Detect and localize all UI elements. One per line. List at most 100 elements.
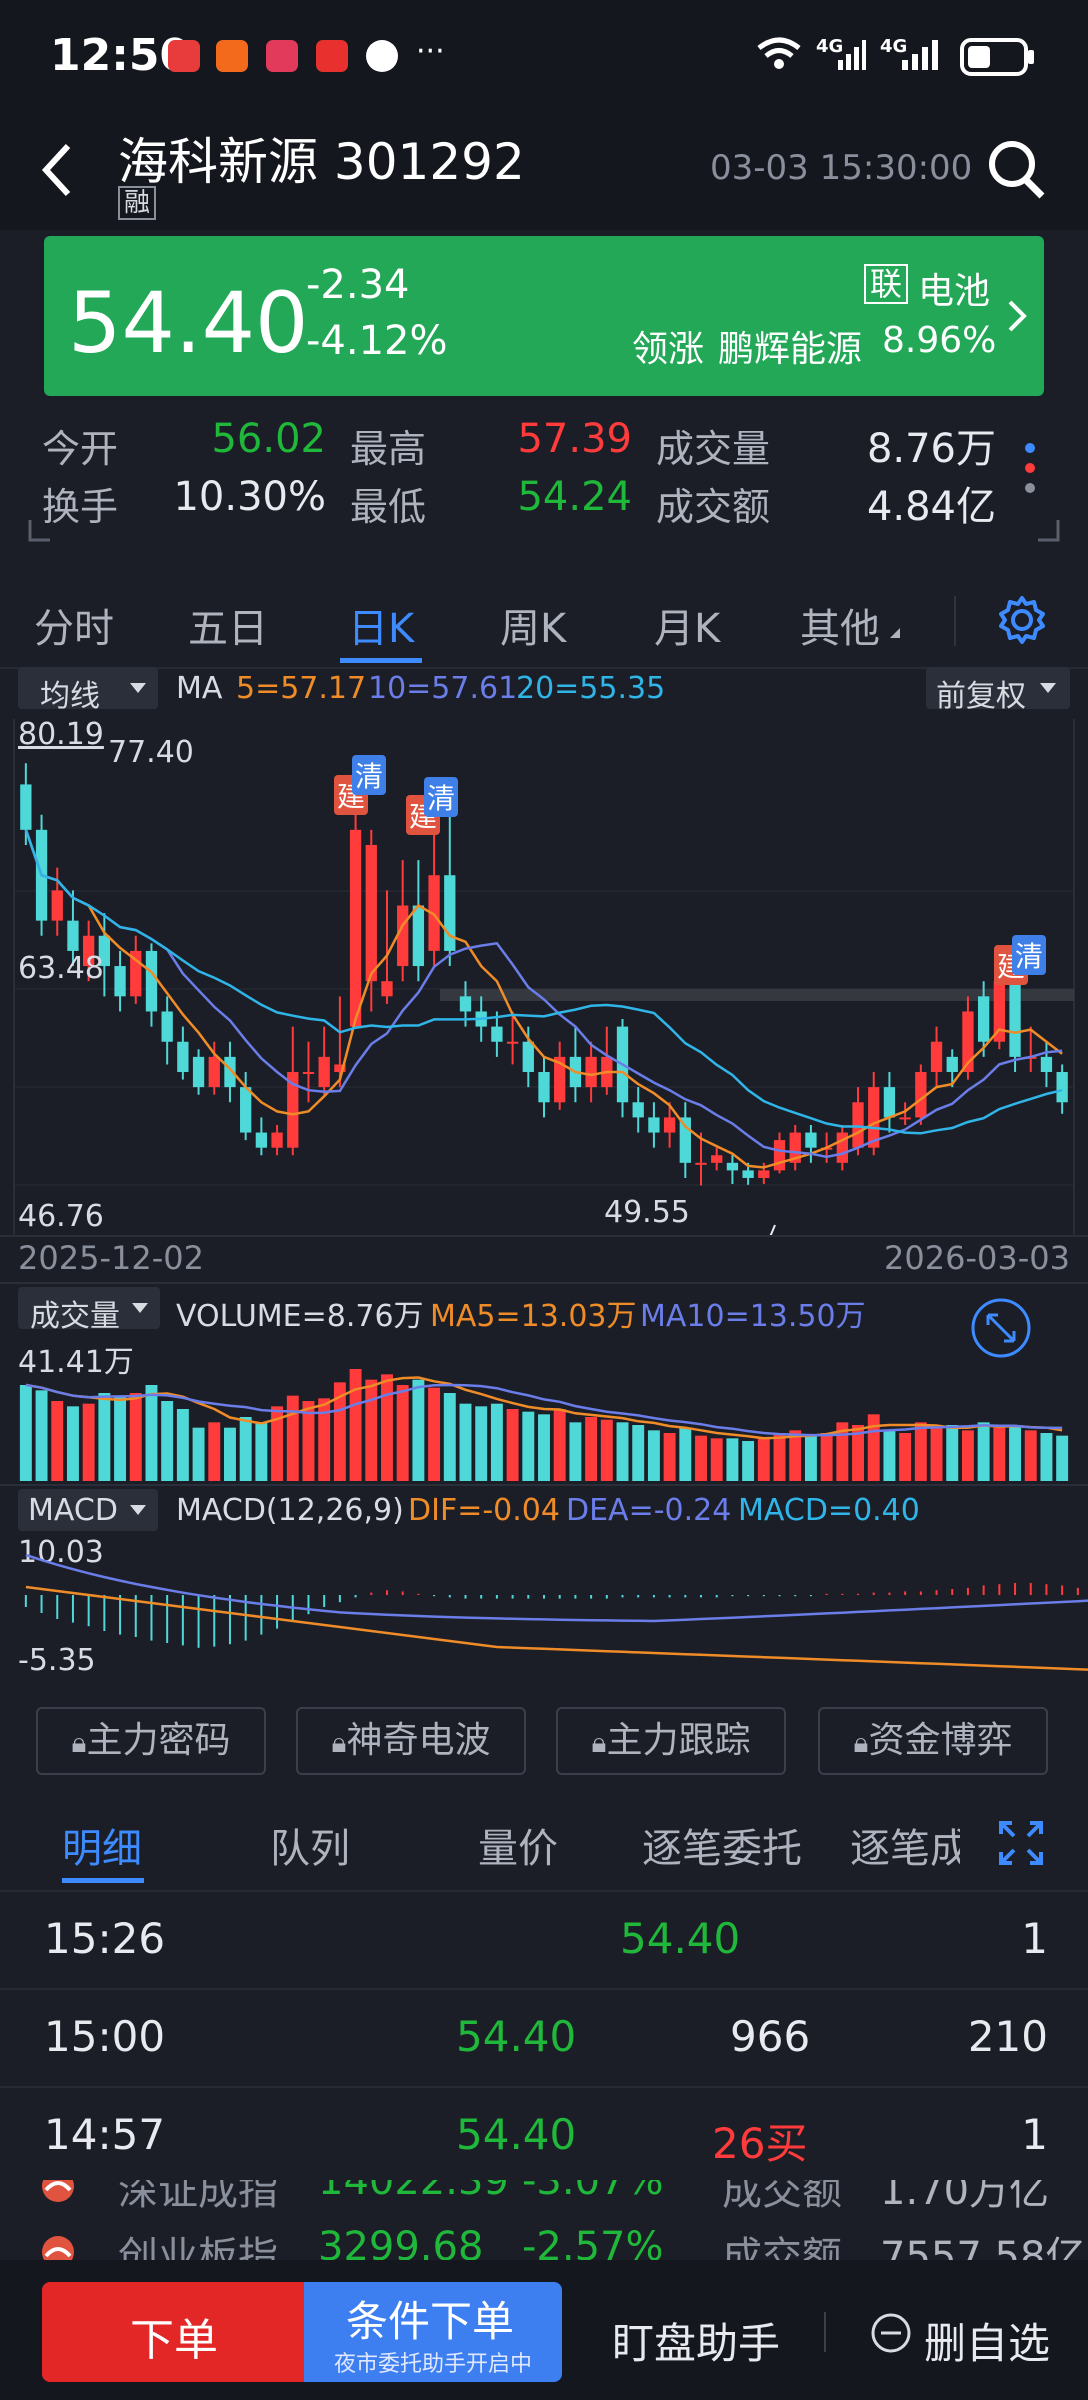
volume-bar [569, 1422, 582, 1481]
macd-chart[interactable] [0, 1535, 1088, 1685]
remove-circle-icon[interactable] [870, 2312, 912, 2354]
tab-other[interactable]: 其他 [800, 596, 880, 654]
tab-order-by-order[interactable]: 逐笔委托 [642, 1816, 802, 1874]
candle [255, 1117, 268, 1156]
volume-ma5: MA5=13.03万 [430, 1299, 637, 1334]
ticker-pct: -3.07% [522, 2180, 664, 2204]
low-marker-line [769, 1224, 776, 1235]
macd-params: MACD(12,26,9) [176, 1493, 404, 1528]
volume-dropdown[interactable]: 成交量 [18, 1287, 160, 1334]
sector-name[interactable]: 电池 [918, 262, 990, 314]
volume-bar [820, 1433, 833, 1481]
table-row: 15:00 54.40 966 210 [0, 1990, 1088, 2088]
volume-bar [757, 1438, 770, 1481]
lock-button-magic-wave[interactable]: 🔒︎神奇电波 [296, 1707, 526, 1775]
fullscreen-icon[interactable] [998, 1820, 1044, 1866]
volume-bar [145, 1385, 158, 1481]
volume-bar [365, 1379, 378, 1481]
conditional-order-sub: 夜市委托助手开启中 [334, 2352, 533, 2377]
ma10-value: 10=57.61 [368, 671, 518, 706]
candle [726, 1155, 739, 1185]
volume-bar [51, 1401, 64, 1481]
volume-bar [804, 1435, 817, 1481]
ticker-name: 深证成指 [118, 2180, 278, 2214]
ticker-value: 3299.68 [318, 2224, 484, 2260]
tab-intraday[interactable]: 分时 [34, 596, 114, 654]
ticker-label: 成交额 [722, 2180, 842, 2214]
price-change: -2.34 [306, 262, 410, 308]
more-dots-icon[interactable] [1022, 440, 1038, 500]
adjust-dropdown[interactable]: 前复权 [926, 667, 1070, 714]
chevron-right-icon[interactable] [1002, 296, 1032, 336]
remove-watchlist-button[interactable]: 删自选 [924, 2310, 1050, 2371]
tab-daily-k[interactable]: 日K [348, 596, 414, 654]
leader-name[interactable]: 鹏辉能源 [718, 320, 862, 372]
chevron-down-icon [130, 1505, 146, 1515]
chevron-down-icon [132, 1303, 148, 1313]
stock-title: 海科新源 301292 [118, 133, 525, 191]
macd-divider [0, 1484, 1088, 1486]
volume-bar [318, 1398, 331, 1481]
order-button-label: 下单 [130, 2315, 218, 2366]
amount-value: 4.84亿 [866, 484, 996, 530]
gear-icon[interactable] [996, 594, 1048, 646]
expand-corner-icon[interactable] [1036, 518, 1060, 542]
ma-dropdown[interactable]: 均线 [18, 667, 158, 714]
row-time: 15:00 [44, 2012, 166, 2061]
active-tab-indicator [62, 1878, 144, 1883]
candle [287, 1026, 299, 1156]
volume-bar [632, 1425, 645, 1481]
macd-dropdown[interactable]: MACD [18, 1489, 158, 1531]
candle [192, 1049, 205, 1095]
index-ticker[interactable]: 深证成指 14022.39 -3.07% 成交额 1.70万亿 创业板指 329… [0, 2180, 1088, 2260]
volume-bar [961, 1430, 974, 1481]
watch-assistant-button[interactable]: 盯盘助手 [612, 2310, 780, 2371]
corner-mark-icon [28, 520, 50, 542]
candle [632, 1087, 644, 1133]
order-button[interactable]: 下单 [42, 2282, 304, 2382]
volume-bar [475, 1406, 488, 1481]
chart-period-tabs: 分时 五日 日K 周K 月K 其他 [0, 572, 1088, 669]
tab-monthly-k[interactable]: 月K [654, 596, 720, 654]
candle [412, 860, 425, 982]
conditional-order-label: 条件下单 [346, 2297, 515, 2346]
volume-bar [381, 1374, 393, 1481]
conditional-order-button[interactable]: 条件下单 夜市委托助手开启中 [304, 2282, 562, 2382]
clear-signal-tag[interactable]: 清 [352, 755, 387, 795]
volume-chart[interactable] [0, 1367, 1088, 1482]
search-icon[interactable] [986, 138, 1046, 202]
kline-chart-area[interactable]: 均线 MA 5=57.17 10=57.61 20=55.35 前复权 80.1… [0, 667, 1088, 1687]
candle [522, 1026, 534, 1088]
lock-button-fund-game[interactable]: 🔒︎资金博弈 [818, 1707, 1048, 1775]
open-value: 56.02 [211, 416, 326, 462]
volume-bar [239, 1417, 252, 1481]
volume-bar [977, 1422, 990, 1481]
date-divider [0, 1235, 1088, 1237]
volume-bar [883, 1430, 896, 1481]
tab-volume-price[interactable]: 量价 [478, 1816, 558, 1874]
dea-line [25, 1553, 1088, 1623]
volume-bar [914, 1422, 927, 1481]
lock-button-main-track[interactable]: 🔒︎主力跟踪 [556, 1707, 786, 1775]
tab-five-day[interactable]: 五日 [188, 596, 268, 654]
volume-bar [663, 1433, 676, 1481]
tab-weekly-k[interactable]: 周K [500, 596, 566, 654]
tab-trade-by-trade[interactable]: 逐笔成 [850, 1816, 960, 1874]
clear-signal-tag[interactable]: 清 [1012, 935, 1047, 975]
tab-queue[interactable]: 队列 [270, 1816, 350, 1874]
back-arrow-icon[interactable] [38, 140, 78, 200]
expand-fullscreen-icon[interactable] [970, 1297, 1032, 1359]
volume-bar [773, 1433, 786, 1481]
candlestick-chart[interactable] [0, 715, 1088, 1235]
ma-dropdown-label: 均线 [40, 679, 100, 714]
macd-dea: DEA=-0.24 [566, 1493, 732, 1528]
clear-signal-tag[interactable]: 清 [424, 777, 459, 817]
lock-button-main-password[interactable]: 🔒︎主力密码 [36, 1707, 266, 1775]
low-value: 54.24 [517, 474, 632, 520]
candle [1056, 1064, 1068, 1114]
tab-detail[interactable]: 明细 [62, 1816, 142, 1874]
ma-label: MA [176, 671, 223, 706]
volume-bar [506, 1409, 519, 1481]
turnover-label: 换手 [42, 485, 119, 529]
candle [585, 1041, 597, 1103]
